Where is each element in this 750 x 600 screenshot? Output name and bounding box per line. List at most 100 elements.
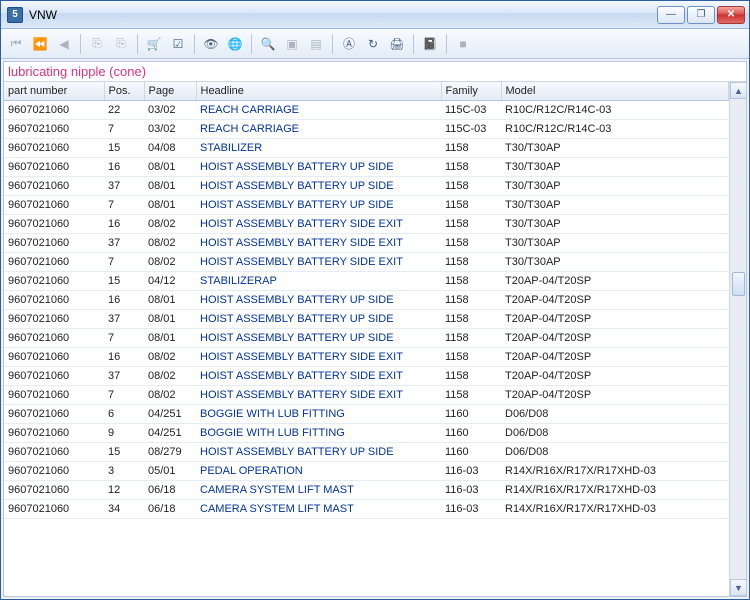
table-row[interactable]: 9607021060703/02REACH CARRIAGE115C-03R10…	[4, 120, 729, 139]
table-row[interactable]: 9607021060604/251BOGGIE WITH LUB FITTING…	[4, 405, 729, 424]
table-row[interactable]: 9607021060708/01HOIST ASSEMBLY BATTERY U…	[4, 196, 729, 215]
scroll-thumb[interactable]	[732, 272, 745, 296]
col-pos[interactable]: Pos.	[104, 82, 144, 101]
toolbar-separator	[194, 34, 195, 54]
col-page[interactable]: Page	[144, 82, 196, 101]
cell-headline[interactable]: PEDAL OPERATION	[196, 462, 441, 481]
cell-headline[interactable]: STABILIZER	[196, 139, 441, 158]
cell-headline[interactable]: HOIST ASSEMBLY BATTERY UP SIDE	[196, 177, 441, 196]
refresh-icon[interactable]: ↻	[362, 33, 384, 55]
print-icon[interactable]: 🖨	[386, 33, 408, 55]
table-row[interactable]: 96070210601504/12STABILIZERAP1158T20AP-0…	[4, 272, 729, 291]
table-row[interactable]: 9607021060904/251BOGGIE WITH LUB FITTING…	[4, 424, 729, 443]
cell-headline[interactable]: BOGGIE WITH LUB FITTING	[196, 424, 441, 443]
table-row[interactable]: 96070210603708/01HOIST ASSEMBLY BATTERY …	[4, 177, 729, 196]
scroll-up-icon[interactable]: ▲	[730, 82, 746, 99]
table-row[interactable]: 96070210603708/02HOIST ASSEMBLY BATTERY …	[4, 234, 729, 253]
close-button[interactable]: ✕	[717, 6, 745, 24]
col-family[interactable]: Family	[441, 82, 501, 101]
cell-pos: 7	[104, 196, 144, 215]
cell-pos: 15	[104, 272, 144, 291]
cell-headline[interactable]: HOIST ASSEMBLY BATTERY UP SIDE	[196, 158, 441, 177]
table-row[interactable]: 96070210601608/02HOIST ASSEMBLY BATTERY …	[4, 348, 729, 367]
cell-headline[interactable]: HOIST ASSEMBLY BATTERY UP SIDE	[196, 291, 441, 310]
app-icon: 5	[7, 7, 23, 23]
vertical-scrollbar[interactable]: ▲ ▼	[729, 82, 746, 596]
table-row[interactable]: 96070210601608/01HOIST ASSEMBLY BATTERY …	[4, 158, 729, 177]
cell-family: 1158	[441, 272, 501, 291]
cell-family: 1158	[441, 386, 501, 405]
cell-pos: 37	[104, 234, 144, 253]
cell-headline[interactable]: CAMERA SYSTEM LIFT MAST	[196, 500, 441, 519]
cell-family: 1158	[441, 367, 501, 386]
col-headline[interactable]: Headline	[196, 82, 441, 101]
cell-headline[interactable]: HOIST ASSEMBLY BATTERY SIDE EXIT	[196, 253, 441, 272]
table-row[interactable]: 96070210603406/18CAMERA SYSTEM LIFT MAST…	[4, 500, 729, 519]
table-row[interactable]: 96070210603708/02HOIST ASSEMBLY BATTERY …	[4, 367, 729, 386]
table-row[interactable]: 96070210601608/02HOIST ASSEMBLY BATTERY …	[4, 215, 729, 234]
cell-pos: 7	[104, 120, 144, 139]
nav-first-icon: ⏮	[5, 33, 27, 55]
cell-headline[interactable]: REACH CARRIAGE	[196, 101, 441, 120]
cell-part: 9607021060	[4, 291, 104, 310]
book-icon: 📓	[419, 33, 441, 55]
cell-headline[interactable]: HOIST ASSEMBLY BATTERY SIDE EXIT	[196, 234, 441, 253]
cell-model: T30/T30AP	[501, 253, 729, 272]
table-row[interactable]: 9607021060708/02HOIST ASSEMBLY BATTERY S…	[4, 386, 729, 405]
cell-headline[interactable]: HOIST ASSEMBLY BATTERY UP SIDE	[196, 196, 441, 215]
grid-wrap: part number Pos. Page Headline Family Mo…	[4, 82, 746, 596]
table-row[interactable]: 96070210601504/08STABILIZER1158T30/T30AP	[4, 139, 729, 158]
cell-model: D06/D08	[501, 405, 729, 424]
cell-family: 1158	[441, 291, 501, 310]
scroll-down-icon[interactable]: ▼	[730, 579, 746, 596]
col-model[interactable]: Model	[501, 82, 729, 101]
anchor-icon[interactable]: Ⓐ	[338, 33, 360, 55]
table-row[interactable]: 96070210601608/01HOIST ASSEMBLY BATTERY …	[4, 291, 729, 310]
cell-model: R14X/R16X/R17X/R17XHD-03	[501, 500, 729, 519]
cell-page: 03/02	[144, 120, 196, 139]
toolbar-separator	[446, 34, 447, 54]
cell-headline[interactable]: HOIST ASSEMBLY BATTERY SIDE EXIT	[196, 348, 441, 367]
cell-headline[interactable]: HOIST ASSEMBLY BATTERY UP SIDE	[196, 329, 441, 348]
cell-model: R10C/R12C/R14C-03	[501, 101, 729, 120]
table-row[interactable]: 96070210601206/18CAMERA SYSTEM LIFT MAST…	[4, 481, 729, 500]
cell-part: 9607021060	[4, 386, 104, 405]
table-row[interactable]: 96070210603708/01HOIST ASSEMBLY BATTERY …	[4, 310, 729, 329]
table-row[interactable]: 96070210601508/279HOIST ASSEMBLY BATTERY…	[4, 443, 729, 462]
cell-model: T20AP-04/T20SP	[501, 348, 729, 367]
cell-part: 9607021060	[4, 500, 104, 519]
cell-model: D06/D08	[501, 443, 729, 462]
maximize-button[interactable]: ❐	[687, 6, 715, 24]
col-part-number[interactable]: part number	[4, 82, 104, 101]
cell-headline[interactable]: HOIST ASSEMBLY BATTERY UP SIDE	[196, 443, 441, 462]
cell-headline[interactable]: BOGGIE WITH LUB FITTING	[196, 405, 441, 424]
cell-family: 1158	[441, 310, 501, 329]
cell-part: 9607021060	[4, 481, 104, 500]
titlebar[interactable]: 5 VNW — ❐ ✕	[1, 1, 749, 29]
cart-icon[interactable]: 🛒	[143, 33, 165, 55]
cell-headline[interactable]: HOIST ASSEMBLY BATTERY SIDE EXIT	[196, 386, 441, 405]
cell-headline[interactable]: STABILIZERAP	[196, 272, 441, 291]
cell-headline[interactable]: REACH CARRIAGE	[196, 120, 441, 139]
minimize-button[interactable]: —	[657, 6, 685, 24]
cell-part: 9607021060	[4, 177, 104, 196]
cell-model: T20AP-04/T20SP	[501, 386, 729, 405]
eye-off-icon[interactable]: 👁	[200, 33, 222, 55]
cell-pos: 12	[104, 481, 144, 500]
cell-pos: 34	[104, 500, 144, 519]
cell-model: T20AP-04/T20SP	[501, 291, 729, 310]
cell-page: 08/01	[144, 329, 196, 348]
table-row[interactable]: 9607021060305/01PEDAL OPERATION116-03R14…	[4, 462, 729, 481]
checklist-icon[interactable]: ☑	[167, 33, 189, 55]
table-row[interactable]: 96070210602203/02REACH CARRIAGE115C-03R1…	[4, 101, 729, 120]
cell-page: 08/02	[144, 253, 196, 272]
globe-icon[interactable]: 🌐	[224, 33, 246, 55]
table-row[interactable]: 9607021060708/01HOIST ASSEMBLY BATTERY U…	[4, 329, 729, 348]
cell-family: 1158	[441, 329, 501, 348]
table-row[interactable]: 9607021060708/02HOIST ASSEMBLY BATTERY S…	[4, 253, 729, 272]
toolbar-separator	[413, 34, 414, 54]
cell-headline[interactable]: HOIST ASSEMBLY BATTERY SIDE EXIT	[196, 367, 441, 386]
cell-headline[interactable]: CAMERA SYSTEM LIFT MAST	[196, 481, 441, 500]
cell-headline[interactable]: HOIST ASSEMBLY BATTERY UP SIDE	[196, 310, 441, 329]
cell-headline[interactable]: HOIST ASSEMBLY BATTERY SIDE EXIT	[196, 215, 441, 234]
